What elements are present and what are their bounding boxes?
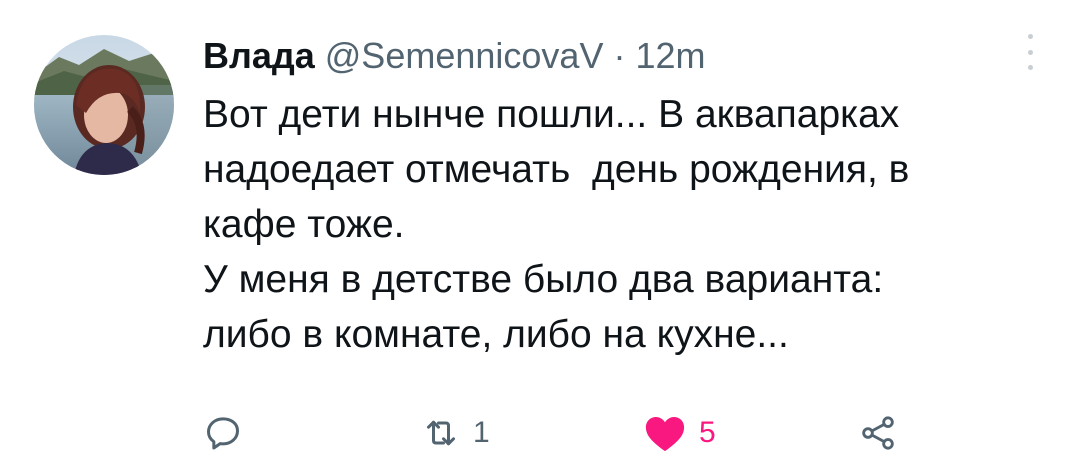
reply-icon xyxy=(207,417,239,450)
tweet-timestamp[interactable]: 12m xyxy=(635,35,705,77)
author-handle[interactable]: @SemennicovaV xyxy=(325,35,604,77)
tweet-text-line: надоедает отмечать день рождения, в xyxy=(203,148,910,191)
avatar-image xyxy=(34,35,174,175)
avatar[interactable] xyxy=(34,35,174,175)
like-count: 5 xyxy=(699,416,716,449)
tweet-card[interactable]: Влада @SemennicovaV · 12m Вот дети нынче… xyxy=(0,0,1080,471)
tweet-text-line: Вот дети нынче пошли... В аквапарках xyxy=(203,93,900,136)
more-vertical-icon[interactable] xyxy=(1020,34,1040,70)
share-icon xyxy=(862,416,894,450)
reply-button[interactable] xyxy=(203,408,243,458)
like-button[interactable]: 5 xyxy=(643,408,716,458)
retweet-icon xyxy=(427,420,455,446)
header-separator: · xyxy=(613,35,626,76)
retweet-button[interactable]: 1 xyxy=(421,408,490,458)
tweet-actions: 1 5 xyxy=(203,408,923,458)
tweet-text-line: кафе тоже. xyxy=(203,203,405,246)
heart-filled-icon xyxy=(645,417,685,452)
tweet-header: Влада @SemennicovaV · 12m xyxy=(203,26,705,86)
tweet-text-line: У меня в детстве было два варианта: xyxy=(203,258,884,301)
tweet-text: Вот дети нынче пошли... В аквапарках над… xyxy=(203,87,1063,362)
author-display-name[interactable]: Влада xyxy=(203,35,315,77)
tweet-text-line: либо в комнате, либо на кухне... xyxy=(203,313,789,356)
retweet-count: 1 xyxy=(473,416,490,449)
share-button[interactable] xyxy=(858,408,898,458)
